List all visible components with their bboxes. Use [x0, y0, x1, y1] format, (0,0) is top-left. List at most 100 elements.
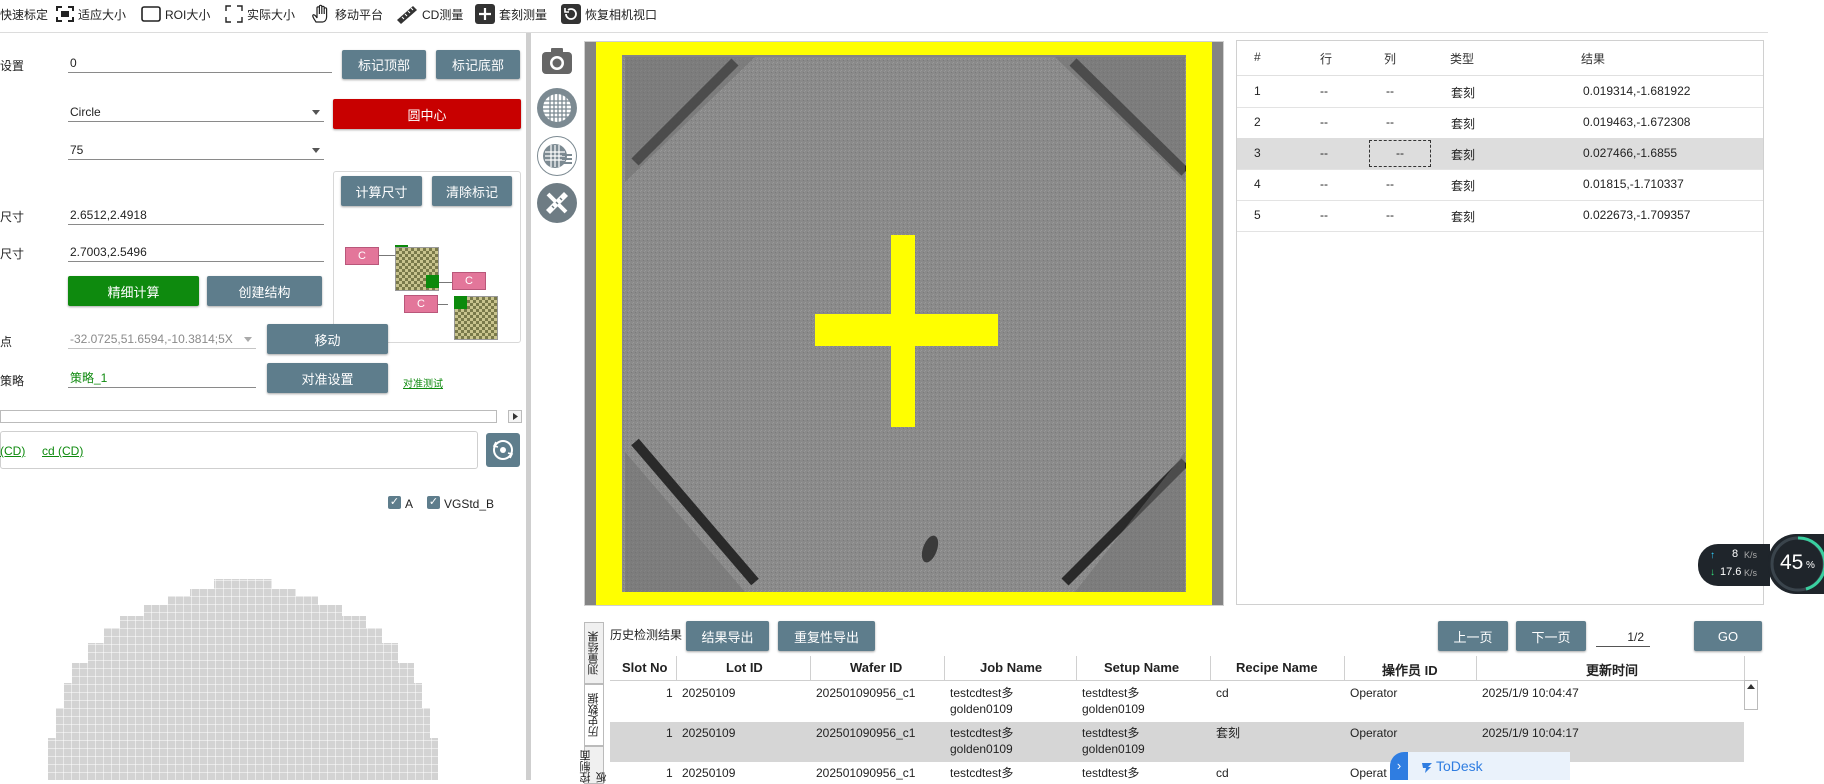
refresh-gear-icon: [492, 440, 514, 460]
vertical-scrollbar[interactable]: [1744, 680, 1758, 710]
mark-bottom-button[interactable]: 标记底部: [436, 50, 520, 79]
percent-sign: %: [1806, 560, 1815, 571]
hand-icon: [312, 4, 328, 23]
table-row[interactable]: 1 20250109 202501090956_c1 testcdtest多 t…: [610, 762, 1744, 780]
ruler-cross-icon: [546, 192, 568, 214]
next-page-button[interactable]: 下一页: [1516, 621, 1586, 651]
table-row[interactable]: 1 20250109 202501090956_c1 testcdtest多 g…: [610, 682, 1744, 722]
page-input[interactable]: 1/2: [1596, 627, 1650, 647]
chevron-right-icon: ›: [1390, 752, 1408, 780]
col-slot: Slot No: [622, 660, 668, 675]
shape-select-value: Circle: [70, 105, 101, 119]
move-button[interactable]: 移动: [267, 324, 388, 354]
create-structure-button[interactable]: 创建结构: [207, 276, 322, 306]
results-table: # 行 列 类型 结果 1 -- -- 套刻 0.019314,-1.681922 2-…: [1236, 40, 1764, 605]
move-stage-button[interactable]: 移动平台: [310, 0, 383, 28]
chevron-down-icon: [312, 110, 320, 115]
mini-c-tag: C: [452, 272, 486, 290]
table-row[interactable]: 5 -- -- 套刻 0.022673,-1.709357: [1237, 200, 1763, 232]
cpu-gauge: 45 %: [1768, 534, 1824, 594]
todesk-label: ToDesk: [1436, 758, 1483, 774]
align-setup-button[interactable]: 对准设置: [267, 363, 388, 393]
col-time: 更新时间: [1586, 663, 1639, 678]
settings-input[interactable]: 0: [68, 53, 332, 73]
history-header: Slot No Lot ID Wafer ID Job Name Setup N…: [610, 656, 1744, 681]
strategy-input[interactable]: 策略_1: [68, 368, 256, 388]
size1-label: 尺寸: [0, 210, 25, 224]
circle-center-button[interactable]: 圆中心: [333, 99, 521, 129]
tab-control-panel[interactable]: 控制面板: [580, 746, 608, 784]
roi-size-label: ROI大小: [165, 7, 211, 22]
col-row: 行: [1320, 52, 1333, 66]
chevron-up-icon: [1747, 684, 1755, 689]
upload-arrow-icon: ↑: [1710, 550, 1715, 561]
measure-tool-button[interactable]: [537, 183, 577, 223]
table-row[interactable]: 4 -- -- 套刻 0.01815,-1.710337: [1237, 169, 1763, 201]
mark-top-button[interactable]: 标记顶部: [342, 50, 426, 79]
size2-input[interactable]: 2.7003,2.5496: [68, 242, 324, 262]
col-column: 列: [1384, 52, 1397, 66]
checkbox-vgstd[interactable]: ✓: [427, 496, 440, 509]
history-section: 测量结果 历史数据 控制面板 历史检测结果 结果导出 重复性导出 上一页 下一页…: [580, 612, 1768, 784]
shape-select[interactable]: Circle: [68, 102, 324, 122]
cpu-percent: 45: [1780, 551, 1804, 574]
scroll-right-button[interactable]: [508, 410, 522, 423]
actual-size-button[interactable]: 实际大小: [224, 0, 295, 28]
prev-page-button[interactable]: 上一页: [1438, 621, 1508, 651]
go-button[interactable]: GO: [1694, 621, 1762, 651]
recipe-link-cd-2[interactable]: cd (CD): [42, 444, 83, 458]
mini-c-tag: C: [345, 247, 379, 265]
checkbox-vgstd-label: VGStd_B: [444, 497, 495, 511]
todesk-bar[interactable]: › ToDesk: [1390, 752, 1570, 780]
refresh-button[interactable]: [486, 433, 520, 467]
table-row[interactable]: 1 -- -- 套刻 0.019314,-1.681922: [1237, 76, 1763, 108]
recipe-link-cd[interactable]: (CD): [0, 444, 25, 458]
left-panel: 设置 0 标记顶部 标记底部 Circle 圆中心 75 计算尺寸 清除标记 C…: [0, 33, 526, 780]
checkbox-a-label: A: [405, 497, 414, 511]
tab-history-data[interactable]: 历史数据: [584, 684, 604, 746]
chevron-down-icon: [312, 148, 320, 153]
fit-size-button[interactable]: 适应大小: [55, 0, 126, 28]
fine-calc-button[interactable]: 精细计算: [68, 276, 199, 306]
camera-button[interactable]: [537, 41, 577, 81]
wafer-map: [48, 579, 438, 780]
quick-calibrate-button[interactable]: 快速标定: [0, 0, 48, 28]
export-results-button[interactable]: 结果导出: [686, 621, 769, 651]
cd-measure-button[interactable]: CD测量: [395, 0, 463, 28]
overlay-measure-button[interactable]: 套刻测量: [474, 0, 547, 28]
size1-input[interactable]: 2.6512,2.4918: [68, 205, 324, 225]
download-arrow-icon: ↓: [1710, 567, 1715, 578]
table-row-selected[interactable]: 1 20250109 202501090956_c1 testcdtest多 g…: [610, 722, 1744, 762]
network-speed-widget: ↑ 8 K/s ↓ 17.6 K/s: [1698, 544, 1770, 586]
tab-measure-results[interactable]: 测量结果: [584, 622, 604, 684]
restore-camera-view-button[interactable]: 恢复相机视口: [560, 0, 657, 28]
size2-label: 尺寸: [0, 247, 25, 261]
anchor-square: [454, 296, 467, 309]
focused-cell[interactable]: --: [1369, 140, 1431, 167]
horizontal-scrollbar[interactable]: [0, 410, 497, 423]
number-select[interactable]: 75: [68, 140, 324, 160]
checkbox-a[interactable]: ✓: [388, 496, 401, 509]
actual-size-label: 实际大小: [247, 7, 296, 22]
wafer-list-icon: [543, 144, 572, 168]
table-row[interactable]: 2 -- -- 套刻 0.019463,-1.672308: [1237, 107, 1763, 139]
wafer-list-button[interactable]: [537, 136, 577, 176]
export-repeatability-button[interactable]: 重复性导出: [778, 621, 875, 651]
align-test-link[interactable]: 对准测试: [403, 375, 443, 390]
upload-speed: 8: [1732, 548, 1739, 560]
camera-image-panel[interactable]: [584, 29, 1224, 618]
roi-size-button[interactable]: ROI大小: [140, 0, 210, 28]
col-recipe: Recipe Name: [1236, 660, 1318, 675]
todesk-logo-icon: [1422, 763, 1432, 773]
table-row-selected[interactable]: 3 -- -- 套刻 0.027466,-1.6855: [1237, 138, 1763, 170]
ruler-icon: [397, 6, 417, 24]
cd-measure-label: CD测量: [422, 7, 464, 22]
point-select[interactable]: -32.0725,51.6594,-10.3814;5X: [68, 329, 256, 349]
results-header: # 行 列 类型 结果: [1237, 41, 1763, 76]
number-select-value: 75: [70, 143, 84, 157]
grid-globe-icon: [543, 94, 571, 122]
chevron-right-icon: [513, 413, 518, 420]
toolbar: 快速标定 适应大小 ROI大小 实际大小 移动平台 CD测量 套刻测量 恢复相机…: [0, 0, 1768, 33]
grid-view-button[interactable]: [537, 88, 577, 128]
download-speed: 17.6: [1720, 566, 1742, 578]
